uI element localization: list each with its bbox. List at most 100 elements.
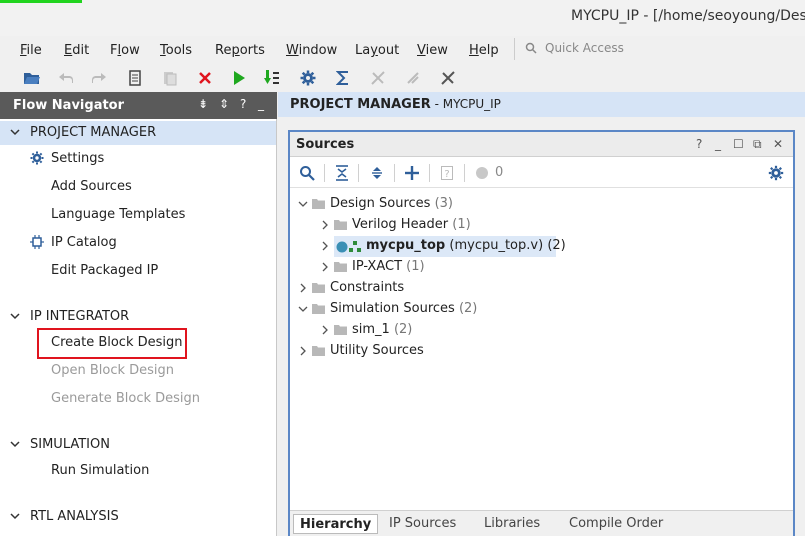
quick-access-search[interactable]: Quick Access: [514, 38, 805, 60]
section-project-manager[interactable]: PROJECT MANAGER: [0, 121, 276, 145]
menu-view[interactable]: View: [417, 43, 448, 58]
collapse-all-icon[interactable]: ⇟: [198, 97, 208, 111]
tab-libraries[interactable]: Libraries: [478, 514, 546, 534]
chevron-right-icon: [322, 241, 328, 251]
undo-icon[interactable]: [56, 68, 76, 88]
section-ip-integrator[interactable]: IP INTEGRATOR: [0, 305, 276, 329]
tool-disabled-2-icon[interactable]: [403, 68, 423, 88]
expand-all-icon[interactable]: [368, 164, 386, 182]
search-icon[interactable]: [298, 164, 316, 182]
toolbar-separator: [358, 164, 359, 182]
quick-access-placeholder: Quick Access: [545, 41, 624, 55]
tree-row-ip-xact[interactable]: IP-XACT (1): [290, 257, 793, 278]
toolbar-separator: [394, 164, 395, 182]
menu-layout[interactable]: Layout: [355, 43, 399, 58]
menu-help[interactable]: Help: [469, 43, 499, 58]
tab-ip-sources[interactable]: IP Sources: [383, 514, 462, 534]
nav-run-simulation[interactable]: Run Simulation: [51, 463, 149, 478]
chevron-down-icon: [10, 313, 20, 320]
settings-icon[interactable]: [298, 68, 318, 88]
sigma-icon[interactable]: [333, 68, 353, 88]
project-manager-header: PROJECT MANAGER - MYCPU_IP: [278, 92, 805, 117]
folder-icon: [334, 220, 347, 230]
section-rtl-analysis[interactable]: RTL ANALYSIS: [0, 505, 276, 529]
nav-add-sources[interactable]: Add Sources: [51, 179, 132, 194]
tool-disabled-1-icon[interactable]: [368, 68, 388, 88]
nav-open-block-design[interactable]: Open Block Design: [51, 363, 174, 378]
title-bar: MYCPU_IP - [/home/seoyoung/Desk: [0, 0, 805, 36]
maximize-icon[interactable]: ☐: [733, 137, 744, 151]
tree-row-sim-1[interactable]: sim_1 (2): [290, 320, 793, 341]
delete-icon[interactable]: [195, 68, 215, 88]
tab-hierarchy[interactable]: Hierarchy: [293, 514, 379, 534]
top-module-icon: [336, 241, 348, 253]
section-label: IP INTEGRATOR: [30, 309, 130, 324]
sources-toolbar: ? 0: [290, 158, 793, 188]
window-title: MYCPU_IP - [/home/seoyoung/Desk: [571, 8, 805, 24]
open-project-icon[interactable]: [22, 68, 42, 88]
settings-icon[interactable]: [767, 164, 785, 182]
flow-navigator-header: Flow Navigator ⇟ ⇕ ? _: [0, 92, 277, 119]
tree-row-mycpu-top[interactable]: mycpu_top (mycpu_top.v) (2): [322, 236, 566, 257]
chevron-right-icon: [300, 283, 306, 293]
add-source-icon[interactable]: [403, 164, 421, 182]
hierarchy-icon: [349, 241, 361, 252]
chevron-down-icon: [298, 201, 308, 207]
highlight-annotation-box: [37, 328, 187, 359]
expand-icon[interactable]: ⇕: [219, 97, 229, 111]
folder-icon: [312, 346, 325, 356]
menu-tools[interactable]: Tools: [160, 43, 192, 58]
flow-navigator-title: Flow Navigator: [13, 98, 125, 113]
minimize-icon[interactable]: _: [715, 137, 721, 151]
menu-reports[interactable]: Reports: [215, 43, 265, 58]
tree-row-design-sources[interactable]: Design Sources (3): [290, 194, 793, 215]
collapse-all-icon[interactable]: [333, 164, 351, 182]
nav-language-templates[interactable]: Language Templates: [51, 207, 185, 222]
chevron-down-icon: [298, 306, 308, 312]
folder-icon: [334, 262, 347, 272]
chevron-right-icon: [322, 325, 328, 335]
tree-row-verilog-header[interactable]: Verilog Header (1): [290, 215, 793, 236]
folder-icon: [312, 283, 325, 293]
float-icon[interactable]: ⧉: [753, 137, 762, 152]
menu-edit[interactable]: Edit: [64, 43, 89, 58]
menu-bar: File Edit Flow Tools Reports Window Layo…: [0, 36, 805, 64]
flow-navigator-panel: Flow Navigator ⇟ ⇕ ? _ PROJECT MANAGER S…: [0, 92, 277, 536]
toolbar-separator: [464, 164, 465, 182]
nav-settings[interactable]: Settings: [51, 151, 104, 166]
redo-icon[interactable]: [89, 68, 109, 88]
nav-edit-packaged-ip[interactable]: Edit Packaged IP: [51, 263, 158, 278]
help-icon[interactable]: ?: [696, 137, 702, 151]
nav-generate-block-design[interactable]: Generate Block Design: [51, 391, 200, 406]
status-dot-icon: [473, 164, 491, 182]
copy-icon[interactable]: [125, 68, 145, 88]
chevron-down-icon: [10, 441, 20, 448]
properties-icon[interactable]: ?: [438, 164, 456, 182]
chevron-right-icon: [300, 346, 306, 356]
project-manager-title: PROJECT MANAGER - MYCPU_IP: [290, 97, 501, 112]
run-step-icon[interactable]: [262, 68, 282, 88]
nav-ip-catalog[interactable]: IP Catalog: [51, 235, 117, 250]
sources-panel: Sources ? _ ☐ ⧉ ✕ ? 0 Design Sources (3)…: [288, 130, 795, 536]
toolbar-separator: [324, 164, 325, 182]
tab-compile-order[interactable]: Compile Order: [563, 514, 669, 534]
gear-icon: [30, 151, 44, 165]
menu-flow[interactable]: Flow: [110, 43, 140, 58]
menu-window[interactable]: Window: [286, 43, 337, 58]
title-accent-bar: [0, 0, 82, 3]
section-simulation[interactable]: SIMULATION: [0, 433, 276, 457]
help-icon[interactable]: ?: [240, 97, 246, 111]
chevron-down-icon: [10, 513, 20, 520]
tree-row-constraints[interactable]: Constraints: [290, 278, 793, 299]
minimize-icon[interactable]: _: [258, 97, 264, 111]
tree-row-utility-sources[interactable]: Utility Sources: [290, 341, 793, 362]
folder-icon: [312, 304, 325, 314]
sources-header: Sources ? _ ☐ ⧉ ✕: [290, 132, 793, 157]
section-label: RTL ANALYSIS: [30, 509, 119, 524]
run-icon[interactable]: [229, 68, 249, 88]
tree-row-simulation-sources[interactable]: Simulation Sources (2): [290, 299, 793, 320]
paste-icon[interactable]: [160, 68, 180, 88]
tool-disabled-3-icon[interactable]: [438, 68, 458, 88]
close-icon[interactable]: ✕: [773, 137, 783, 151]
menu-file[interactable]: File: [20, 43, 42, 58]
